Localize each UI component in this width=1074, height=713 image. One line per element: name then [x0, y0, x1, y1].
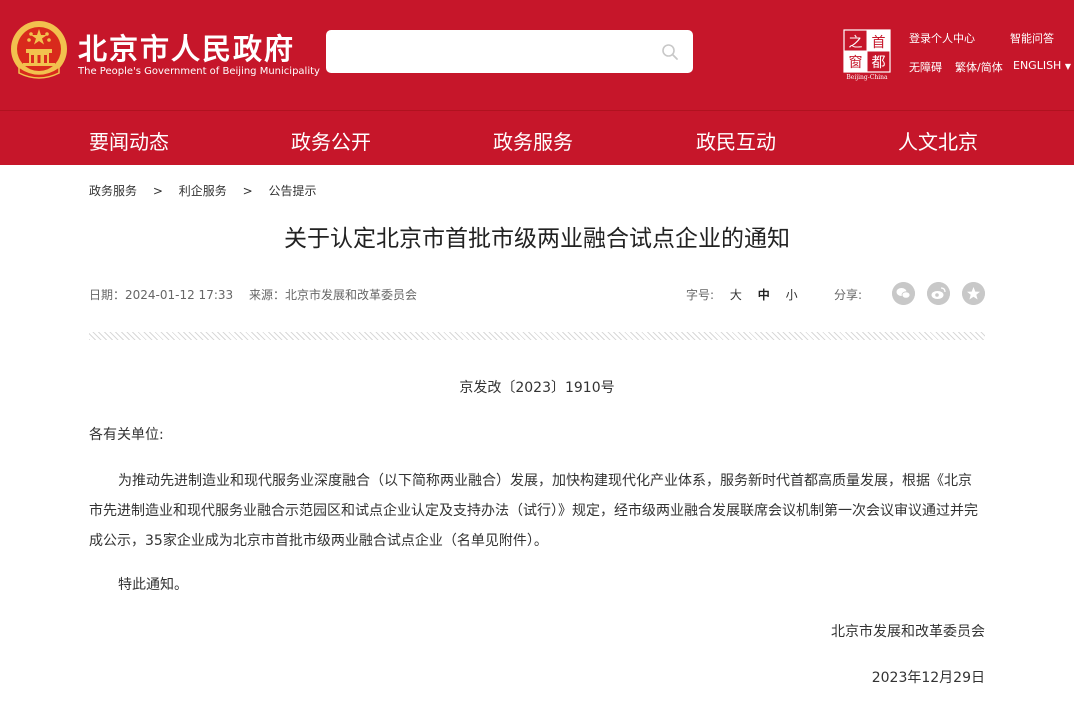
nav-item-gov-affairs[interactable]: 政务公开 — [291, 126, 371, 155]
main-nav: 要闻动态 政务公开 政务服务 政民互动 人文北京 — [0, 110, 1074, 165]
breadcrumb-separator: > — [152, 184, 163, 198]
divider — [89, 332, 985, 340]
sign-date: 2023年12月29日 — [871, 670, 985, 686]
article-source: 来源：北京市发展和改革委员会 — [248, 288, 417, 302]
document-number: 京发改〔2023〕1910号 — [459, 380, 615, 396]
site-title-english: The People's Government of Beijing Munic… — [78, 66, 320, 77]
nav-item-gov-services[interactable]: 政务服务 — [493, 126, 573, 155]
search-input[interactable] — [338, 38, 648, 65]
weibo-icon[interactable] — [927, 282, 950, 305]
ai-qa-link[interactable]: 智能问答 — [1010, 30, 1054, 46]
font-size-medium[interactable]: 中 — [758, 288, 770, 302]
wechat-icon[interactable] — [892, 282, 915, 305]
font-size-small[interactable]: 小 — [786, 288, 798, 302]
font-size-control: 字号: 大 中 小 — [686, 286, 798, 303]
svg-text:之: 之 — [849, 35, 863, 51]
nav-item-interaction[interactable]: 政民互动 — [696, 126, 776, 155]
favorite-icon[interactable] — [962, 282, 985, 305]
svg-text:首: 首 — [872, 35, 886, 51]
body-paragraph: 为推动先进制造业和现代服务业深度融合（以下简称两业融合）发展，加快构建现代化产业… — [89, 473, 978, 549]
share-label: 分享: — [834, 288, 863, 302]
caret-down-icon: ▼ — [1064, 62, 1071, 71]
english-label: ENGLISH — [1013, 59, 1062, 72]
capital-window-logo[interactable]: 之 首 窗 都 Beijing-China — [843, 29, 891, 81]
site-title[interactable]: 北京市人民政府 — [78, 26, 295, 68]
site-header: 北京市人民政府 The People's Government of Beiji… — [0, 0, 1074, 110]
breadcrumb-separator: > — [242, 184, 253, 198]
svg-text:都: 都 — [872, 55, 886, 71]
login-link[interactable]: 登录个人中心 — [909, 30, 975, 46]
breadcrumb: 政务服务 > 利企服务 > 公告提示 — [89, 182, 316, 199]
svg-text:窗: 窗 — [849, 54, 863, 71]
publish-date: 日期：2024-01-12 17:33 — [89, 288, 234, 302]
closing-text: 特此通知。 — [118, 577, 188, 593]
svg-text:Beijing-China: Beijing-China — [846, 74, 888, 81]
article-title: 关于认定北京市首批市级两业融合试点企业的通知 — [284, 226, 790, 252]
accessibility-link[interactable]: 无障碍 — [909, 59, 942, 75]
breadcrumb-item[interactable]: 公告提示 — [268, 184, 316, 198]
article-meta: 日期：2024-01-12 17:33 来源：北京市发展和改革委员会 — [89, 286, 417, 303]
breadcrumb-item[interactable]: 政务服务 — [89, 184, 137, 198]
nav-item-culture[interactable]: 人文北京 — [898, 126, 978, 155]
english-link[interactable]: ENGLISH ▼ — [1013, 59, 1071, 72]
search-icon[interactable] — [661, 43, 679, 61]
font-size-large[interactable]: 大 — [730, 288, 742, 302]
breadcrumb-item[interactable]: 利企服务 — [179, 184, 227, 198]
search-box — [326, 30, 693, 73]
font-size-label: 字号: — [686, 288, 715, 302]
signer: 北京市发展和改革委员会 — [831, 624, 985, 640]
salutation: 各有关单位: — [89, 427, 164, 443]
trad-simp-link[interactable]: 繁体/简体 — [955, 59, 1003, 75]
national-emblem-icon — [11, 21, 67, 79]
nav-item-news[interactable]: 要闻动态 — [89, 126, 169, 155]
